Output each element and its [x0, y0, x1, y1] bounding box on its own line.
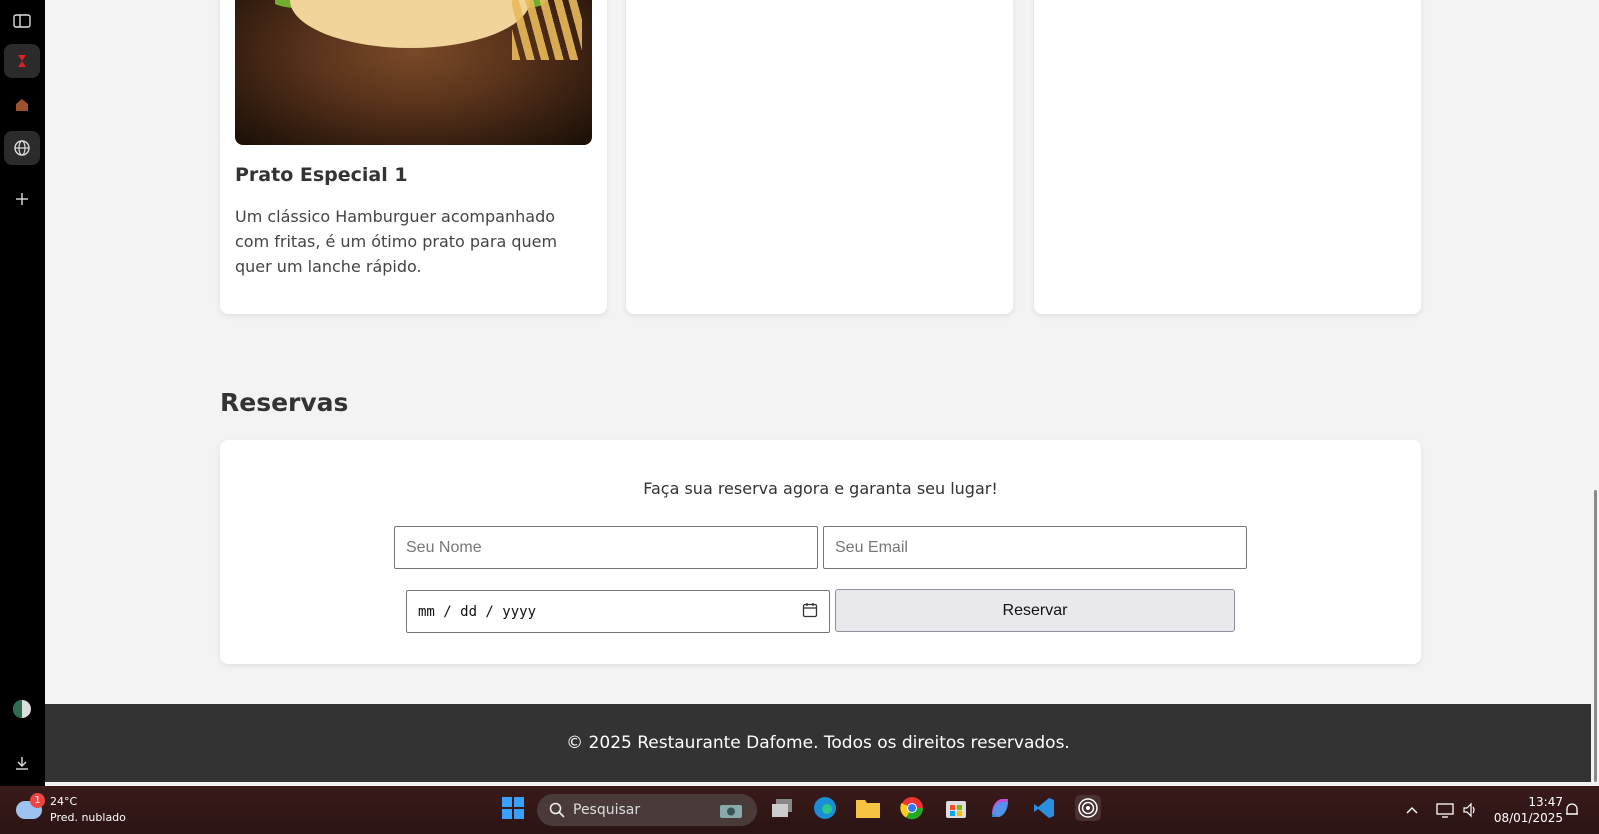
page-viewport: Prato Especial 1 Um clássico Hamburguer … [45, 0, 1599, 786]
dish-card-empty [626, 0, 1013, 314]
weather-badge: 1 [30, 793, 45, 808]
app-icon-house[interactable] [4, 88, 40, 122]
profile-icon[interactable] [4, 692, 40, 726]
store-icon[interactable] [943, 795, 969, 821]
page-scrollbar[interactable] [1591, 0, 1599, 786]
edge-browser-icon[interactable] [812, 795, 838, 821]
network-icon[interactable] [1436, 786, 1454, 834]
reservation-subtitle: Faça sua reserva agora e garanta seu lug… [643, 479, 998, 498]
weather-desc: Pred. nublado [50, 811, 126, 824]
reservation-form: Faça sua reserva agora e garanta seu lug… [220, 440, 1421, 664]
download-icon[interactable] [4, 746, 40, 780]
fries-shape [512, 0, 582, 60]
notification-icon[interactable] [1564, 786, 1580, 834]
reservar-button[interactable]: Reservar [835, 589, 1235, 632]
chrome-icon[interactable] [899, 795, 925, 821]
task-view-icon[interactable] [769, 795, 795, 821]
vscode-icon[interactable] [1031, 795, 1057, 821]
active-app-icon[interactable] [1075, 795, 1101, 821]
copilot-icon[interactable] [987, 795, 1013, 821]
taskbar-search[interactable]: Pesquisar [537, 794, 757, 826]
windows-start-icon[interactable] [500, 795, 526, 821]
scrollbar-thumb[interactable] [1594, 490, 1597, 782]
camera-icon [720, 805, 742, 818]
browser-sidebar [0, 0, 45, 786]
reservas-title: Reservas [220, 388, 349, 417]
taskbar-clock[interactable]: 13:47 08/01/2025 [1494, 794, 1563, 826]
weather-widget[interactable]: 1 24°C Pred. nublado [16, 793, 126, 826]
sidebar-toggle-icon[interactable] [4, 4, 40, 38]
date-input[interactable]: mm / dd / yyyy [406, 590, 830, 633]
search-icon [549, 802, 565, 818]
clock-date: 08/01/2025 [1493, 811, 1563, 825]
dish-card: Prato Especial 1 Um clássico Hamburguer … [220, 0, 607, 314]
dish-description: Um clássico Hamburguer acompanhado com f… [235, 207, 558, 276]
email-input[interactable]: Seu Email [823, 526, 1247, 569]
taskbar: 1 24°C Pred. nublado Pesquisar 13:47 08/… [0, 786, 1599, 834]
app-icon-red[interactable] [4, 44, 40, 78]
dish-title: Prato Especial 1 [235, 164, 408, 186]
weather-temp: 24°C [50, 795, 78, 808]
dish-card-empty [1034, 0, 1421, 314]
name-input[interactable]: Seu Nome [394, 526, 818, 569]
cloud-icon: 1 [16, 793, 45, 819]
search-placeholder: Pesquisar [573, 802, 641, 818]
calendar-icon[interactable] [802, 602, 818, 622]
tray-chevron-icon[interactable] [1405, 786, 1419, 834]
page-footer: © 2025 Restaurante Dafome. Todos os dire… [45, 704, 1591, 782]
clock-time: 13:47 [1528, 795, 1563, 809]
dish-image [235, 0, 592, 145]
globe-icon[interactable] [4, 131, 40, 165]
plus-icon[interactable] [4, 182, 40, 216]
file-explorer-icon[interactable] [855, 795, 881, 821]
volume-icon[interactable] [1462, 786, 1478, 834]
date-placeholder: mm / dd / yyyy [418, 603, 537, 620]
bun-shape [290, 0, 530, 48]
